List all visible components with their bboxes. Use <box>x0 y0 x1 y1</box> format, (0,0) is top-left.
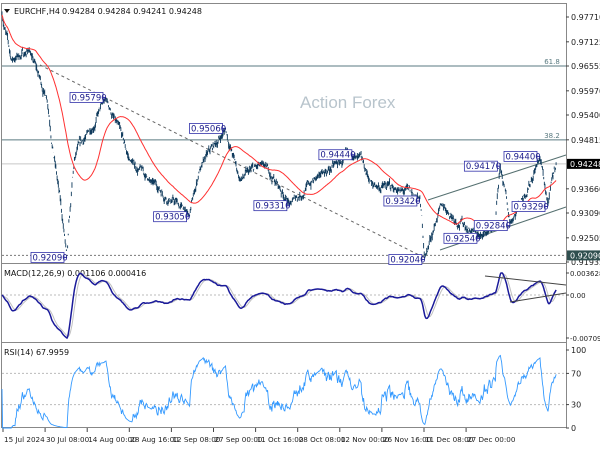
y-axis-label: 0.97710 <box>571 13 600 22</box>
x-axis-label: 15 Jul 2024 <box>4 435 45 444</box>
symbol-name: EURCHF,H4 <box>14 7 60 16</box>
swing-label-text: 0.95060 <box>191 124 226 134</box>
x-axis-label: 30 Jul 08:00 <box>46 435 90 444</box>
rsi-title: RSI(14) 67.9959 <box>4 348 69 357</box>
rsi-axis-label: 70 <box>571 369 581 378</box>
y-axis-label: 0.93660 <box>571 185 600 194</box>
swing-label-text: 0.93290 <box>514 203 549 213</box>
y-axis-label: 0.93090 <box>571 209 600 218</box>
symbol-header[interactable]: EURCHF,H4 0.94284 0.94284 0.94241 0.9424… <box>4 7 202 16</box>
x-axis-label: 28 Oct 08:00 <box>299 435 346 444</box>
swing-label-text: 0.92040 <box>390 256 425 266</box>
fib-level-label: 61.8 <box>544 58 560 66</box>
macd-axis-label: 0.003628 <box>570 270 600 278</box>
x-axis-label: 27 Dec 00:00 <box>467 435 516 444</box>
current-price-value: 0.94248 <box>570 160 600 169</box>
rsi-axis-label: 30 <box>571 401 581 410</box>
support-price-value: 0.92090 <box>570 251 600 260</box>
swing-label-text: 0.92840 <box>476 222 511 232</box>
swing-label-text: 0.93310 <box>255 202 290 212</box>
rsi-axis-label: 0 <box>571 424 576 433</box>
y-axis-label: 0.95400 <box>571 111 600 120</box>
y-axis-label: 0.97125 <box>571 38 600 47</box>
swing-label-text: 0.92540 <box>445 234 480 244</box>
swing-label-text: 0.93050 <box>155 213 190 223</box>
x-axis-label: 11 Oct 16:00 <box>257 435 304 444</box>
y-axis-label: 0.92505 <box>571 234 600 243</box>
macd-axis-label: 0.00 <box>570 292 586 300</box>
ohlc-values: 0.94284 0.94284 0.94241 0.94248 <box>62 7 202 16</box>
fib-level-label: 38.2 <box>544 132 560 140</box>
swing-label-text: 0.92090 <box>33 253 68 263</box>
swing-label-text: 0.94170 <box>466 162 501 172</box>
swing-label-text: 0.95790 <box>72 93 107 103</box>
chart-window: Action Forex EURCHF,H4 0.94284 0.94284 0… <box>0 0 600 450</box>
swing-label-text: 0.93420 <box>385 197 420 207</box>
macd-axis-label: -0.007093 <box>570 335 600 343</box>
swing-label-text: 0.94440 <box>320 151 355 161</box>
rsi-axis-label: 100 <box>571 346 586 355</box>
y-axis-label: 0.96555 <box>571 62 600 71</box>
watermark: Action Forex <box>300 93 396 112</box>
macd-title: MACD(12,26,9) 0.001106 0.000416 <box>4 269 146 278</box>
swing-label-text: 0.94400 <box>505 152 540 162</box>
y-axis-label: 0.94815 <box>571 136 600 145</box>
y-axis-label: 0.95970 <box>571 87 600 96</box>
